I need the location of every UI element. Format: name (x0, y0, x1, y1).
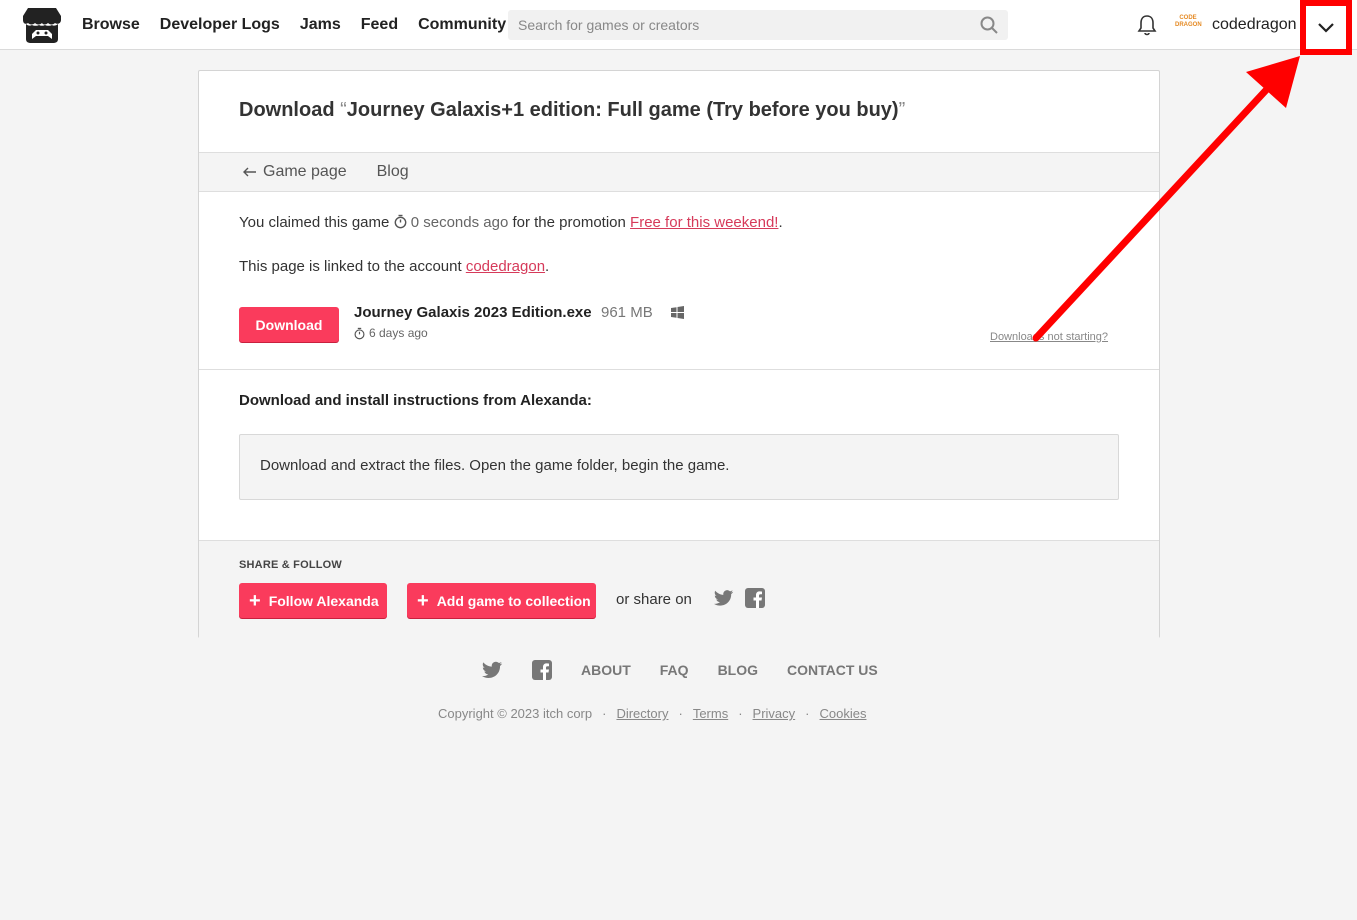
instructions-box: Download and extract the files. Open the… (239, 434, 1119, 500)
add-to-collection-button[interactable]: + Add game to collection (407, 583, 596, 618)
plus-icon: + (249, 589, 261, 612)
facebook-icon[interactable] (532, 660, 552, 680)
stopwatch-icon (394, 214, 406, 229)
terms-link[interactable]: Terms (693, 706, 728, 721)
nav-community[interactable]: Community (418, 16, 506, 34)
share-follow-section: SHARE & FOLLOW + Follow Alexanda + Add g… (199, 540, 1159, 638)
download-button[interactable]: Download (239, 307, 339, 342)
game-page-link[interactable]: Game page (243, 163, 347, 181)
search-input[interactable] (508, 10, 1008, 40)
instructions-title: Download and install instructions from A… (239, 392, 592, 409)
separator: · (738, 706, 743, 721)
account-link[interactable]: codedragon (466, 258, 545, 275)
file-date-label: 6 days ago (369, 326, 428, 340)
search-bar (508, 10, 1008, 40)
main-nav: Browse Developer Logs Jams Feed Communit… (82, 0, 506, 50)
share-on-label: or share on (616, 591, 692, 608)
privacy-link[interactable]: Privacy (753, 706, 796, 721)
download-card: Download “Journey Galaxis+1 edition: Ful… (198, 70, 1160, 638)
twitter-share-icon[interactable] (714, 589, 734, 607)
plus-icon: + (417, 589, 429, 612)
cookies-link[interactable]: Cookies (820, 706, 867, 721)
nav-feed[interactable]: Feed (361, 16, 398, 34)
twitter-icon[interactable] (482, 661, 503, 679)
separator: · (602, 706, 607, 721)
linked-prefix: This page is linked to the account (239, 258, 462, 275)
nav-developer-logs[interactable]: Developer Logs (160, 16, 280, 34)
title-prefix: Download (239, 99, 335, 121)
card-subnav: Game page Blog (199, 152, 1159, 192)
file-date: 6 days ago (354, 326, 428, 340)
copyright-text: Copyright © 2023 itch corp (438, 706, 593, 721)
itch-logo-icon[interactable] (22, 6, 62, 44)
footer-about-link[interactable]: ABOUT (581, 662, 631, 678)
footer-blog-link[interactable]: BLOG (718, 662, 758, 678)
linked-account-info: This page is linked to the account coded… (239, 258, 549, 275)
follow-button[interactable]: + Follow Alexanda (239, 583, 387, 618)
claim-prefix: You claimed this game (239, 214, 390, 231)
claim-middle: for the promotion (512, 214, 626, 231)
nav-jams[interactable]: Jams (300, 16, 341, 34)
chevron-down-icon (1318, 22, 1334, 33)
stopwatch-icon (354, 327, 365, 339)
claim-info: You claimed this game 0 seconds ago for … (239, 214, 783, 231)
claim-time: 0 seconds ago (410, 214, 509, 231)
separator: · (678, 706, 683, 721)
separator: · (805, 706, 810, 721)
title-game-name: Journey Galaxis+1 edition: Full game (Tr… (346, 99, 899, 121)
blog-link[interactable]: Blog (377, 163, 409, 181)
claim-suffix: . (778, 214, 783, 231)
facebook-share-icon[interactable] (745, 588, 765, 608)
downloads-not-starting-link[interactable]: Downloads not starting? (990, 331, 1108, 343)
game-page-label: Game page (263, 163, 347, 180)
follow-button-label: Follow Alexanda (268, 592, 379, 609)
footer-faq-link[interactable]: FAQ (660, 662, 689, 678)
page-title: Download “Journey Galaxis+1 edition: Ful… (239, 99, 905, 122)
file-name: Journey Galaxis 2023 Edition.exe (354, 304, 592, 321)
footer-links: ABOUT FAQ BLOG CONTACT US (482, 660, 878, 680)
directory-link[interactable]: Directory (616, 706, 668, 721)
divider (199, 369, 1159, 370)
arrow-left-icon (243, 167, 256, 177)
footer-copyright: Copyright © 2023 itch corp · Directory ·… (438, 706, 866, 721)
username-label[interactable]: codedragon (1212, 0, 1297, 50)
share-follow-label: SHARE & FOLLOW (239, 559, 343, 571)
file-size: 961 MB (601, 304, 653, 321)
promotion-link[interactable]: Free for this weekend! (630, 214, 778, 231)
add-to-collection-label: Add game to collection (436, 592, 591, 609)
user-avatar[interactable]: CODE DRAGON (1175, 13, 1202, 35)
title-open-quote: “ (340, 99, 347, 121)
nav-browse[interactable]: Browse (82, 16, 140, 34)
windows-icon (671, 306, 684, 319)
notifications-bell-icon[interactable] (1137, 14, 1157, 36)
user-menu-dropdown-button[interactable] (1300, 0, 1352, 55)
footer-contact-link[interactable]: CONTACT US (787, 662, 878, 678)
title-close-quote: ” (898, 99, 906, 121)
top-header: Browse Developer Logs Jams Feed Communit… (0, 0, 1357, 55)
search-icon[interactable] (980, 16, 998, 34)
linked-suffix: . (545, 258, 550, 275)
